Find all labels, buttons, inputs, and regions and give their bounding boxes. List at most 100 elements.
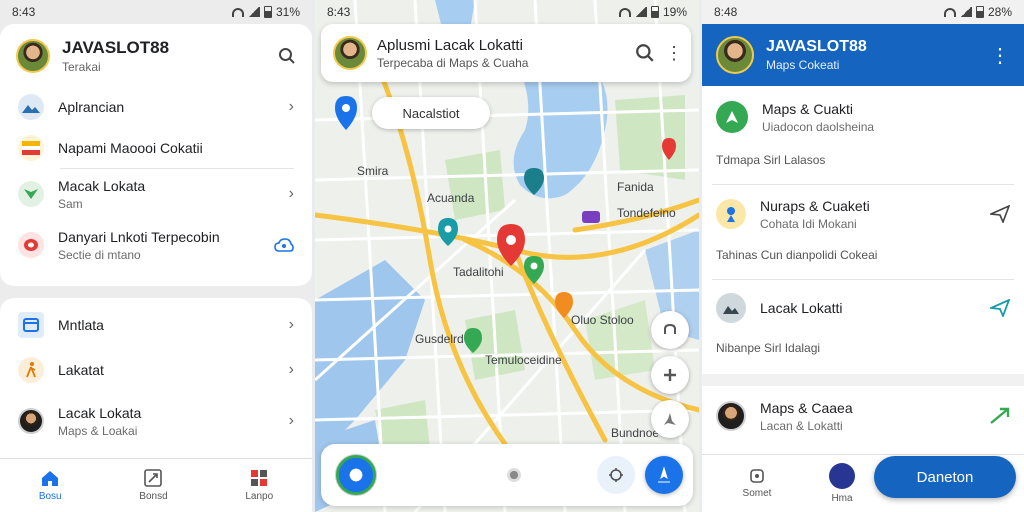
search-icon[interactable]	[278, 47, 296, 65]
menu-item-macak-lokata[interactable]: Macak Lokata Sam ›	[0, 169, 312, 219]
list-item-label: Nuraps & Cuaketi	[760, 197, 870, 214]
more-vert-icon[interactable]: ⋮	[665, 43, 683, 64]
transit-badge-icon	[582, 211, 600, 223]
search-icon[interactable]	[635, 43, 655, 63]
landscape-icon	[716, 293, 746, 323]
map-bottom-sheet[interactable]	[321, 444, 693, 506]
menu-item-label: Lacak Lokata	[58, 404, 142, 421]
map-label: Acuanda	[427, 191, 475, 205]
tag-icon	[750, 469, 764, 483]
menu-item-label: Aplrancian	[58, 99, 125, 115]
compass-icon	[664, 413, 676, 425]
bottom-card: Maps & Caaea Lacan & Lokatti Somet Hma D…	[702, 386, 1024, 512]
app-subtitle: Maps Cokeati	[766, 58, 840, 72]
list-item-sub: Uiadocon daolsheina	[762, 119, 875, 134]
bottom-navigation: Bosu Bonsd Lanpo	[0, 458, 312, 512]
app-bar: JAVASLOT88 Maps Cokeati ⋮	[702, 24, 1024, 86]
signal-icon	[247, 7, 260, 17]
list-item-lacak-lokatti[interactable]: Lacak Lokatti	[702, 280, 1024, 336]
chevron-right-icon: ›	[288, 316, 294, 333]
compass-button[interactable]	[651, 400, 689, 438]
battery-percent: 31%	[275, 5, 300, 19]
app-header: JAVASLOT88 Terakai	[0, 24, 312, 80]
list-item-label: Lacak Lokatti	[760, 300, 843, 316]
place-chip[interactable]: Nacalstiot	[372, 97, 490, 129]
chevron-right-icon: ›	[288, 361, 294, 378]
status-time: 8:48	[714, 5, 738, 19]
avatar	[716, 401, 746, 431]
avatar	[18, 408, 44, 434]
map-search-bar[interactable]: Aplusmi Lacak Lokatti Terpecaba di Maps …	[321, 24, 691, 82]
menu-item-sub: Maps & Loakai	[58, 423, 138, 438]
app-subtitle: Terakai	[62, 60, 101, 74]
list-item-label: Maps & Caaea	[760, 399, 853, 416]
nav-third-label: Lanpo	[245, 491, 274, 502]
menu-item-lakatat[interactable]: Lakatat ›	[0, 348, 312, 392]
menu-item-aplrancian[interactable]: Aplrancian ›	[0, 86, 312, 128]
signal-icon	[959, 7, 972, 17]
map-label: Tadalitohi	[453, 265, 504, 279]
chevron-right-icon: ›	[288, 185, 294, 202]
map-label: Gusdelrd	[415, 332, 464, 346]
menu-item-danyari[interactable]: Danyari Lnkoti Terpecobin Sectie di mtan…	[0, 219, 312, 271]
list-item-sub: Lacan & Lokatti	[760, 418, 843, 433]
list-item-maps-caaea[interactable]: Maps & Caaea Lacan & Lokatti	[702, 386, 1024, 446]
app-title: JAVASLOT88	[766, 38, 867, 55]
nav-item-hma[interactable]: Hma	[812, 463, 872, 504]
home-icon	[42, 471, 59, 486]
send-icon[interactable]	[990, 205, 1010, 223]
screenshot-collage: 8:43 31% JAVASLOT88 Terakai Aplrancian ›…	[0, 0, 1024, 512]
nav-second[interactable]: Bonsd	[139, 469, 168, 502]
nav-third[interactable]: Lanpo	[245, 469, 273, 502]
battery-icon	[263, 6, 272, 18]
drag-handle-icon[interactable]	[507, 468, 521, 482]
signal-icon	[634, 7, 647, 17]
directions-button[interactable]	[645, 456, 683, 494]
section-caption: Nibanpe Sirl Idalagi	[716, 341, 821, 355]
status-bar: 8:48 28%	[702, 0, 1024, 24]
trend-arrow-icon[interactable]	[990, 407, 1010, 425]
map-label: Tondefeino	[617, 206, 676, 220]
chevron-right-icon: ›	[288, 98, 294, 115]
cloud-sync-icon[interactable]	[274, 237, 294, 253]
landscape-icon	[18, 94, 44, 120]
menu-item-lacak-lokata[interactable]: Lacak Lokata Maps & Loakai ›	[0, 392, 312, 450]
wifi-icon	[618, 7, 631, 17]
menu-item-label: Danyari Lnkoti Terpecobin	[58, 228, 220, 245]
list-item-maps-cuakti[interactable]: Maps & Cuakti Uiadocon daolsheina	[702, 86, 1024, 148]
explore-icon	[829, 463, 855, 489]
expand-icon	[144, 469, 163, 487]
menu-card: JAVASLOT88 Terakai Aplrancian › Napami M…	[0, 24, 312, 286]
menu-item-label: Lakatat	[58, 362, 104, 378]
navigate-icon[interactable]	[990, 299, 1010, 317]
map-label: Smira	[357, 164, 389, 178]
grid-icon	[251, 470, 268, 486]
search-subtitle: Terpecaba di Maps & Cuaha	[377, 55, 529, 70]
map-panel: 8:43 19% Aplusmi Lacak Lokatti Terpecaba…	[315, 0, 699, 512]
menu-item-label: Napami Maoooi Cokatii	[58, 140, 203, 156]
avatar[interactable]	[716, 36, 754, 74]
nav-item-somet[interactable]: Somet	[702, 468, 812, 499]
battery-percent: 28%	[987, 5, 1012, 19]
map-label: Fanida	[617, 180, 654, 194]
status-time: 8:43	[12, 5, 36, 19]
list-item-nuraps[interactable]: Nuraps & Cuaketi Cohata Idi Mokani	[702, 185, 1024, 243]
status-bar: 8:43 31%	[0, 0, 312, 24]
layers-button[interactable]	[651, 311, 689, 349]
more-vert-icon[interactable]: ⋮	[990, 43, 1010, 68]
share-location-button[interactable]	[597, 456, 635, 494]
nav-label: Somet	[742, 488, 772, 499]
menu-item-napami[interactable]: Napami Maoooi Cokatii	[0, 128, 312, 168]
shield-check-icon	[18, 181, 44, 207]
chevron-right-icon: ›	[288, 412, 294, 429]
avatar[interactable]	[333, 36, 367, 70]
menu-item-mntlata[interactable]: Mntlata ›	[0, 302, 312, 348]
plus-icon	[664, 369, 676, 381]
zoom-in-button[interactable]	[651, 356, 689, 394]
avatar[interactable]	[16, 39, 50, 73]
wifi-icon	[231, 7, 244, 17]
rotate-icon	[664, 323, 676, 334]
app-logo-icon	[335, 454, 377, 496]
nav-home[interactable]: Bosu	[39, 469, 62, 502]
primary-action-button[interactable]: Daneton	[874, 456, 1016, 498]
